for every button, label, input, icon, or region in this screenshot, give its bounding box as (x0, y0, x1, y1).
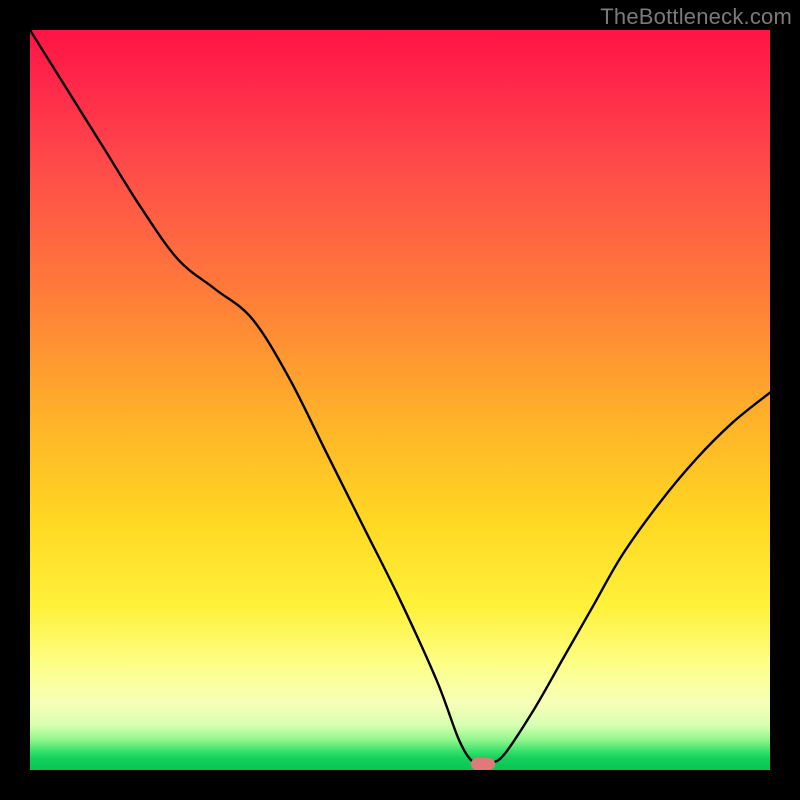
chart-frame: TheBottleneck.com (0, 0, 800, 800)
minimum-marker (471, 758, 495, 770)
plot-area (30, 30, 770, 770)
watermark-text: TheBottleneck.com (600, 4, 792, 30)
bottleneck-curve (30, 30, 770, 770)
